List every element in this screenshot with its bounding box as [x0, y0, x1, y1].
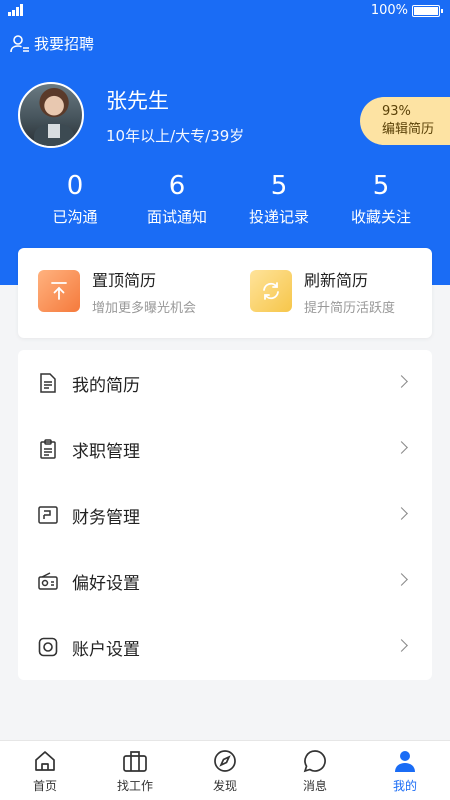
battery-icon: [412, 5, 443, 17]
stat-interview-notices[interactable]: 6 面试通知: [126, 170, 228, 227]
bottom-tab-bar: 首页 找工作 发现 消息 我的: [0, 740, 450, 800]
menu-label: 求职管理: [72, 441, 140, 462]
wallet-icon: [38, 505, 58, 525]
chevron-right-icon: [395, 441, 408, 454]
menu-label: 偏好设置: [72, 573, 140, 594]
arrow-up-to-top-icon: [38, 270, 80, 312]
chevron-right-icon: [395, 507, 408, 520]
user-info: 10年以上/大专/39岁: [106, 127, 245, 145]
menu-item-account[interactable]: 账户设置: [18, 614, 432, 680]
stat-label: 收藏关注: [350, 208, 411, 226]
menu-item-job-management[interactable]: 求职管理: [18, 416, 432, 482]
menu-item-finance[interactable]: 财务管理: [18, 482, 432, 548]
pin-resume-button[interactable]: 置顶简历 增加更多曝光机会: [38, 270, 196, 316]
stat-communicated[interactable]: 0 已沟通: [24, 170, 126, 227]
menu-label: 我的简历: [72, 375, 140, 396]
stat-value: 5: [372, 171, 390, 201]
clipboard-icon: [38, 439, 58, 459]
person-icon: [395, 751, 415, 772]
stat-value: 6: [168, 171, 186, 201]
resume-completion: 93%: [382, 104, 411, 119]
person-switch-icon: [10, 34, 29, 52]
tab-home[interactable]: 首页: [0, 741, 90, 800]
stats-row: 0 已沟通 6 面试通知 5 投递记录 5 收藏关注: [0, 170, 450, 227]
stat-value: 0: [66, 171, 84, 201]
chevron-right-icon: [395, 639, 408, 652]
tab-label: 发现: [212, 779, 237, 793]
tab-messages[interactable]: 消息: [270, 741, 360, 800]
menu-item-preferences[interactable]: 偏好设置: [18, 548, 432, 614]
recruit-link[interactable]: 我要招聘: [10, 33, 94, 54]
compass-icon: [214, 750, 236, 772]
refresh-icon: [250, 270, 292, 312]
user-name: 张先生: [106, 89, 169, 113]
camera-icon: [38, 637, 58, 657]
home-icon: [35, 751, 55, 771]
edit-resume-badge[interactable]: 93% 编辑简历: [360, 97, 450, 145]
radio-icon: [38, 571, 58, 591]
stat-value: 5: [270, 171, 288, 201]
signal-icon: [8, 4, 26, 16]
edit-resume-label: 编辑简历: [382, 122, 435, 137]
menu-item-my-resume[interactable]: 我的简历: [18, 350, 432, 416]
stat-label: 投递记录: [248, 208, 309, 226]
tab-find-job[interactable]: 找工作: [90, 741, 180, 800]
pin-resume-subtitle: 增加更多曝光机会: [92, 301, 197, 316]
chat-icon: [303, 750, 326, 773]
resume-actions-card: 置顶简历 增加更多曝光机会 刷新简历 提升简历活跃度: [18, 248, 432, 338]
stat-label: 已沟通: [52, 208, 98, 226]
tab-mine[interactable]: 我的: [360, 741, 450, 800]
settings-menu: 我的简历 求职管理 财务管理 偏好设置 账户设置: [18, 350, 432, 680]
chevron-right-icon: [395, 573, 408, 586]
menu-label: 账户设置: [72, 639, 140, 660]
menu-label: 财务管理: [72, 507, 140, 528]
recruit-label: 我要招聘: [34, 35, 95, 53]
stat-label: 面试通知: [146, 208, 207, 226]
stat-favorites[interactable]: 5 收藏关注: [330, 170, 432, 227]
refresh-resume-title: 刷新简历: [304, 271, 369, 290]
document-icon: [38, 373, 58, 393]
tab-label: 消息: [302, 779, 327, 793]
refresh-resume-button[interactable]: 刷新简历 提升简历活跃度: [250, 270, 395, 316]
avatar[interactable]: [18, 82, 84, 148]
battery-percent: 100%: [370, 3, 408, 18]
status-bar: 100%: [0, 0, 450, 22]
pin-resume-title: 置顶简历: [92, 271, 157, 290]
tab-label: 我的: [392, 779, 417, 793]
tab-label: 找工作: [116, 779, 153, 793]
refresh-resume-subtitle: 提升简历活跃度: [304, 301, 396, 316]
briefcase-icon: [123, 751, 147, 772]
stat-applications[interactable]: 5 投递记录: [228, 170, 330, 227]
tab-label: 首页: [32, 779, 57, 793]
tab-discover[interactable]: 发现: [180, 741, 270, 800]
chevron-right-icon: [395, 375, 408, 388]
